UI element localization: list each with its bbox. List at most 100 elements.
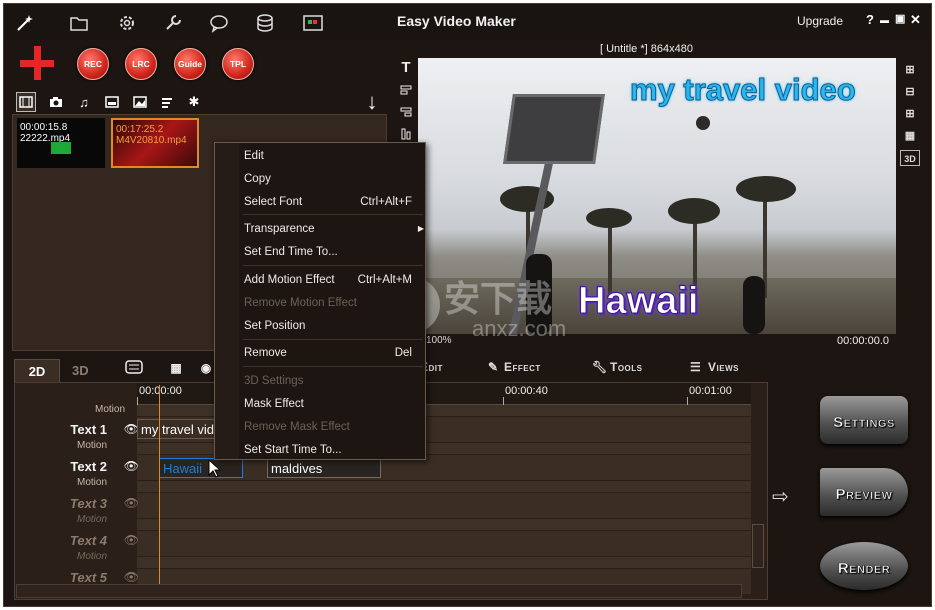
preview-label: Preview — [835, 486, 893, 504]
views-list-icon[interactable]: ☰ — [690, 360, 701, 374]
minimize-button[interactable]: ▬ — [880, 15, 889, 25]
settings-button[interactable]: Settings — [814, 396, 914, 448]
menu-item-copy[interactable]: Copy — [244, 169, 422, 189]
menu-item-shortcut: Ctrl+Alt+M — [357, 274, 412, 286]
magic-wand-icon[interactable] — [14, 12, 36, 34]
menu-item-transparence[interactable]: Transparence ▶ — [244, 219, 424, 239]
upgrade-link[interactable]: Upgrade — [797, 14, 843, 28]
maximize-button[interactable]: ▣ — [895, 12, 905, 25]
menu-item-label: Remove — [244, 347, 287, 359]
text-effect-icon[interactable] — [158, 92, 178, 112]
align-left-icon[interactable] — [396, 84, 416, 100]
menu-item-remove-motion-effect: Remove Motion Effect — [244, 293, 422, 313]
eye-icon[interactable]: 👁︎ — [124, 459, 139, 473]
track-name: Text 2 — [70, 459, 107, 474]
menu-item-mask-effect[interactable]: Mask Effect — [244, 394, 422, 414]
track-lane[interactable] — [137, 519, 751, 531]
track-motion-label: Motion — [76, 477, 107, 488]
add-media-button[interactable] — [20, 46, 54, 80]
upload-icon[interactable]: ◉ — [196, 360, 216, 376]
eye-icon[interactable]: 👁︎ — [124, 496, 139, 510]
menu-item-label: Remove Mask Effect — [244, 421, 350, 433]
media-clip[interactable]: 00:00:15.8 22222.mp4 — [17, 118, 105, 168]
gear-icon[interactable] — [116, 12, 138, 34]
menu-item-remove[interactable]: Remove Del — [244, 343, 422, 363]
download-arrow-icon[interactable]: ↓ — [362, 89, 382, 114]
tab-3d[interactable]: 3D — [72, 363, 89, 378]
menu-separator — [243, 265, 423, 266]
3d-view-icon[interactable]: 3D — [900, 150, 920, 166]
text-tool-icon[interactable]: T — [396, 60, 416, 76]
text-clip[interactable]: my travel vid — [137, 419, 223, 439]
title-bar: Easy Video Maker Upgrade ? ▬ ▣ ✕ — [4, 4, 931, 40]
menu-item-label: Transparence — [244, 223, 315, 235]
layout-quad-icon[interactable]: ▦ — [900, 128, 920, 144]
music-note-icon[interactable]: ♫ — [74, 92, 94, 112]
palm-frond — [736, 176, 796, 202]
tick-mark — [137, 397, 138, 405]
pencil-icon[interactable]: ✎ — [488, 360, 499, 374]
text-clip-selected[interactable]: Hawaii — [159, 458, 243, 478]
menu-item-label: Remove Motion Effect — [244, 297, 357, 309]
database-icon[interactable] — [254, 12, 276, 34]
views-tool-label[interactable]: Views — [708, 360, 739, 374]
layout-grid-icon[interactable]: ⊞ — [900, 106, 920, 122]
close-button[interactable]: ✕ — [910, 12, 921, 28]
rec-button[interactable]: REC — [77, 48, 109, 80]
playhead[interactable] — [159, 385, 160, 597]
chat-bubble-icon[interactable] — [208, 12, 230, 34]
preview-button[interactable]: Preview — [814, 468, 914, 520]
effect-tool-label[interactable]: Effect — [504, 360, 541, 374]
zoom-level[interactable]: 100% — [426, 335, 452, 346]
menu-item-set-start-time[interactable]: Set Start Time To... — [244, 440, 422, 460]
menu-item-edit[interactable]: Edit — [244, 146, 422, 166]
track-lane-text4[interactable] — [137, 531, 751, 557]
track-lane[interactable] — [137, 557, 751, 569]
tools-tool-label[interactable]: Tools — [610, 360, 643, 374]
guide-button[interactable]: Guide — [174, 48, 206, 80]
track-motion-label: Motion — [94, 404, 125, 415]
render-label: Render — [837, 560, 891, 578]
media-clip-selected[interactable]: 00:17:25.2 M4V20810.mp4 — [111, 118, 199, 168]
menu-item-label: 3D Settings — [244, 375, 304, 387]
tab-2d[interactable]: 2D — [14, 359, 60, 383]
arrow-right-icon: ⇨ — [772, 486, 789, 508]
menu-separator — [243, 214, 423, 215]
video-film-icon[interactable] — [16, 92, 36, 112]
preview-hawaii-text[interactable]: Hawaii — [577, 280, 698, 323]
tpl-button[interactable]: TPL — [222, 48, 254, 80]
open-folder-icon[interactable] — [68, 12, 90, 34]
track-lane-text3[interactable] — [137, 493, 751, 519]
track-lane[interactable] — [137, 481, 751, 493]
image-icon[interactable] — [130, 92, 150, 112]
eye-icon[interactable]: 👁︎ — [124, 570, 139, 584]
menu-item-set-position[interactable]: Set Position — [244, 316, 422, 336]
layout-top-icon[interactable]: ⊞ — [900, 62, 920, 78]
track-motion-label: Motion — [76, 514, 107, 525]
timeline-vertical-scrollbar[interactable] — [752, 524, 764, 568]
camera-icon[interactable] — [46, 92, 66, 112]
grid-view-icon[interactable]: ▦ — [166, 360, 186, 376]
eye-icon[interactable]: 👁︎ — [124, 533, 139, 547]
help-button[interactable]: ? — [866, 12, 874, 27]
wrench-icon[interactable] — [162, 12, 184, 34]
menu-item-add-motion-effect[interactable]: Add Motion Effect Ctrl+Alt+M — [244, 270, 422, 290]
screen-capture-icon[interactable] — [302, 12, 324, 34]
submenu-arrow-icon: ▶ — [417, 224, 424, 233]
track-name: Text 5 — [69, 570, 107, 585]
timeline-horizontal-scrollbar[interactable] — [16, 584, 742, 598]
wrench-tool-icon[interactable]: 🔧︎ — [592, 360, 608, 374]
app-title: Easy Video Maker — [397, 13, 516, 29]
puzzle-icon[interactable]: ✱ — [184, 92, 204, 112]
layout-split-icon[interactable]: ⊟ — [900, 84, 920, 100]
tick-label: 00:01:00 — [689, 385, 732, 397]
menu-item-select-font[interactable]: Select Font Ctrl+Alt+F — [244, 192, 422, 212]
subtitle-icon[interactable] — [102, 92, 122, 112]
text-clip[interactable]: maldives — [267, 458, 381, 478]
menu-item-set-end-time[interactable]: Set End Time To... — [244, 242, 422, 262]
align-right-icon[interactable] — [396, 106, 416, 122]
lrc-button[interactable]: LRC — [125, 48, 157, 80]
render-button[interactable]: Render — [814, 542, 914, 594]
list-view-icon[interactable] — [124, 360, 144, 376]
preview-title-text[interactable]: my travel video — [630, 72, 857, 108]
